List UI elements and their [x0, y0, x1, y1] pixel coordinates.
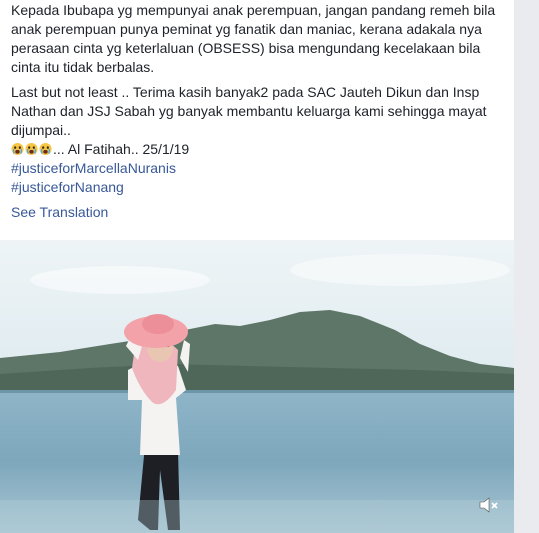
crying-face-icon [11, 142, 24, 156]
video-player[interactable] [0, 240, 514, 533]
post-card: Kepada Ibubapa yg mempunyai anak perempu… [0, 0, 515, 533]
post-body: Kepada Ibubapa yg mempunyai anak perempu… [11, 0, 506, 222]
crying-face-icon [25, 142, 38, 156]
hashtag-link-marcella[interactable]: #justiceforMarcellaNuranis [11, 159, 506, 178]
video-frame [0, 240, 514, 533]
page-scroll-gutter [514, 0, 539, 533]
crying-face-icon [39, 142, 52, 156]
post-paragraph-2: Last but not least .. Terima kasih banya… [11, 84, 487, 138]
post-closing-text: ... Al Fatihah.. 25/1/19 [53, 141, 190, 157]
hashtag-link-nanang[interactable]: #justiceforNanang [11, 178, 506, 197]
speaker-muted-icon[interactable] [478, 495, 500, 515]
post-paragraph-1: Kepada Ibubapa yg mempunyai anak perempu… [11, 2, 496, 75]
post-paragraph-3: ... Al Fatihah.. 25/1/19 [11, 140, 506, 159]
see-translation-link[interactable]: See Translation [11, 203, 506, 222]
